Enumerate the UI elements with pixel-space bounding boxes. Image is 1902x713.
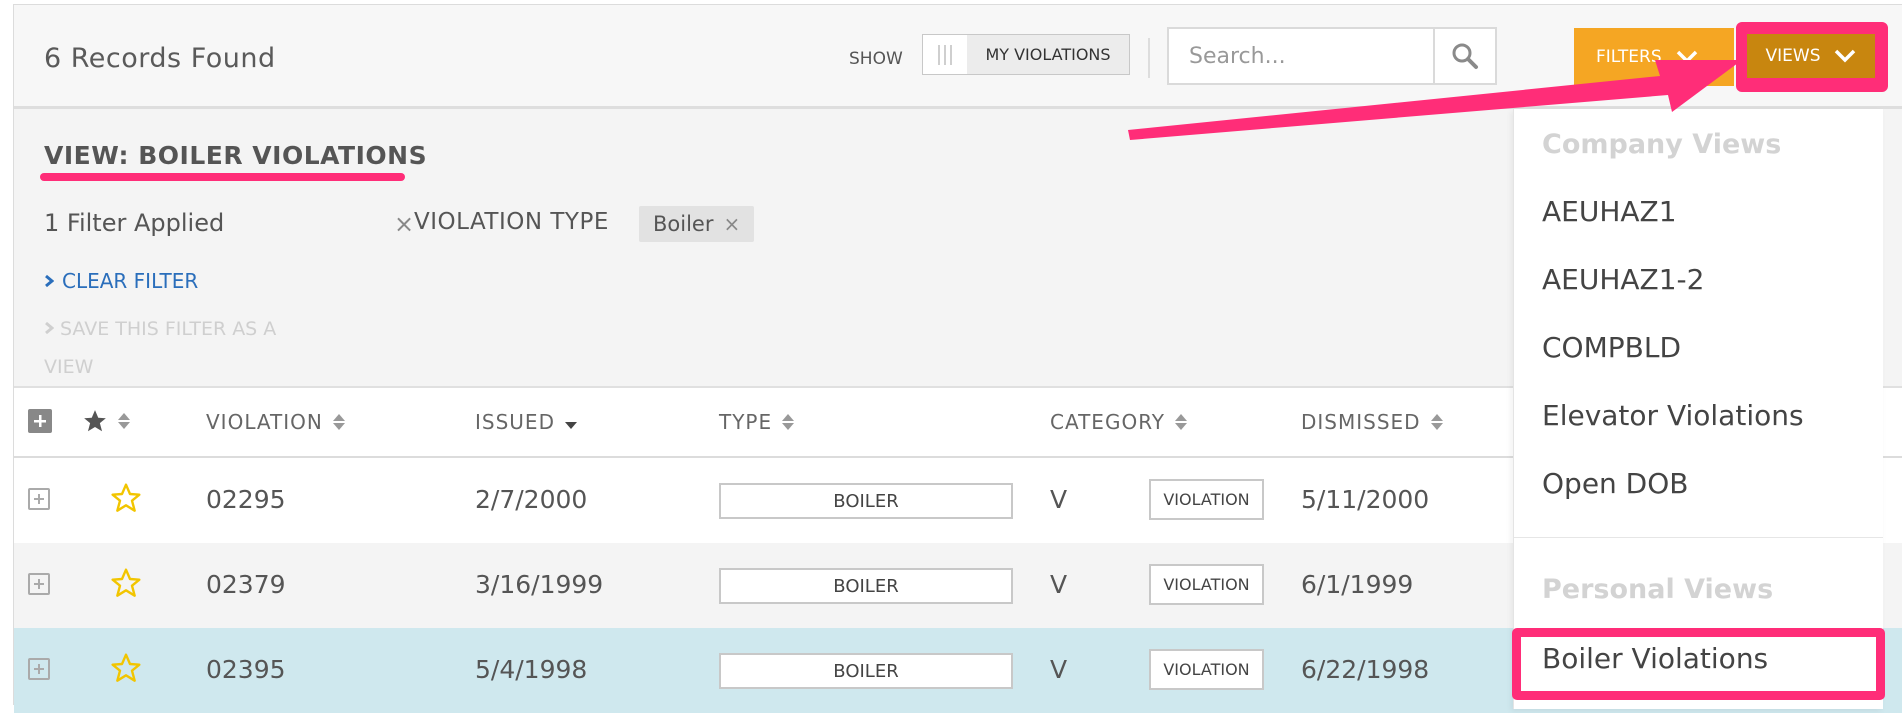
- issued-date: 2/7/2000: [475, 485, 588, 514]
- remove-filter-close-icon[interactable]: ×: [394, 210, 414, 238]
- column-category[interactable]: CATEGORY: [1050, 410, 1188, 434]
- view-item-compbld[interactable]: COMPBLD: [1542, 331, 1681, 364]
- view-item-aeuhaz1-2[interactable]: AEUHAZ1-2: [1542, 263, 1704, 296]
- sort-icon[interactable]: [782, 414, 795, 430]
- clear-filter-link[interactable]: CLEAR FILTER: [44, 269, 198, 293]
- chip-close-icon[interactable]: ×: [723, 212, 740, 236]
- favorite-column-header[interactable]: [82, 408, 130, 434]
- records-found-count: 6 Records Found: [44, 43, 276, 74]
- star-icon: [84, 410, 106, 432]
- sort-icon[interactable]: [1430, 414, 1443, 430]
- category-header-label: CATEGORY: [1050, 410, 1166, 434]
- view-title: VIEW: BOILER VIOLATIONS: [44, 141, 428, 170]
- search-input[interactable]: [1169, 29, 1437, 83]
- type-badge: BOILER: [719, 483, 1013, 519]
- view-item-open-dob[interactable]: Open DOB: [1542, 467, 1689, 500]
- filters-label: FILTERS: [1596, 47, 1662, 67]
- star-icon[interactable]: [110, 567, 142, 599]
- expand-row-icon[interactable]: [28, 658, 50, 680]
- category-badge: VIOLATION: [1149, 479, 1264, 520]
- filter-value: Boiler: [653, 212, 714, 236]
- category-code: V: [1050, 570, 1068, 599]
- star-icon[interactable]: [110, 482, 142, 514]
- column-issued[interactable]: ISSUED: [475, 410, 577, 434]
- star-icon[interactable]: [110, 652, 142, 684]
- violation-number[interactable]: 02379: [206, 570, 286, 599]
- filter-name: VIOLATION TYPE: [414, 209, 609, 235]
- dismissed-date: 6/22/1998: [1301, 655, 1430, 684]
- expand-row-icon[interactable]: [28, 573, 50, 595]
- dismissed-header-label: DISMISSED: [1301, 410, 1421, 434]
- expand-all-icon[interactable]: [28, 409, 52, 433]
- toggle-handle-icon[interactable]: [923, 35, 967, 74]
- type-header-label: TYPE: [719, 410, 773, 434]
- views-button[interactable]: VIEWS: [1747, 34, 1875, 78]
- filters-applied-count: 1 Filter Applied: [44, 209, 225, 237]
- save-filter-link[interactable]: SAVE THIS FILTER AS A VIEW: [44, 310, 324, 386]
- column-dismissed[interactable]: DISMISSED: [1301, 410, 1443, 434]
- filter-value-chip[interactable]: Boiler ×: [639, 206, 755, 242]
- type-badge: BOILER: [719, 653, 1013, 689]
- view-item-boiler-violations[interactable]: Boiler Violations: [1542, 642, 1768, 675]
- sort-icon[interactable]: [118, 413, 130, 429]
- issued-date: 3/16/1999: [475, 570, 604, 599]
- violation-number[interactable]: 02295: [206, 485, 286, 514]
- category-code: V: [1050, 485, 1068, 514]
- search-icon: [1452, 43, 1478, 69]
- chevron-down-icon: [1835, 49, 1856, 63]
- show-label: SHOW: [849, 49, 903, 69]
- clear-filter-label: CLEAR FILTER: [62, 269, 199, 293]
- violation-header-label: VIOLATION: [206, 410, 323, 434]
- column-type[interactable]: TYPE: [719, 410, 795, 434]
- violation-number[interactable]: 02395: [206, 655, 286, 684]
- type-badge: BOILER: [719, 568, 1013, 604]
- views-dropdown: Company Views AEUHAZ1 AEUHAZ1-2 COMPBLD …: [1512, 109, 1885, 709]
- my-violations-toggle[interactable]: MY VIOLATIONS: [922, 34, 1130, 75]
- toggle-label[interactable]: MY VIOLATIONS: [967, 35, 1129, 74]
- column-violation[interactable]: VIOLATION: [206, 410, 345, 434]
- toolbar-divider: [1148, 38, 1150, 78]
- category-badge: VIOLATION: [1149, 649, 1264, 690]
- personal-views-heading: Personal Views: [1542, 574, 1774, 605]
- toolbar: 6 Records Found SHOW MY VIOLATIONS FILTE…: [14, 5, 1902, 109]
- sort-desc-icon[interactable]: [564, 421, 577, 429]
- search-button[interactable]: [1433, 29, 1495, 83]
- chevron-down-icon: [1676, 50, 1697, 64]
- view-item-aeuhaz1[interactable]: AEUHAZ1: [1542, 195, 1677, 228]
- issued-date: 5/4/1998: [475, 655, 588, 684]
- search-box: [1167, 27, 1497, 85]
- chevron-right-icon: [45, 321, 55, 335]
- category-badge: VIOLATION: [1149, 564, 1264, 605]
- sort-icon[interactable]: [1175, 414, 1188, 430]
- sort-icon[interactable]: [332, 414, 345, 430]
- app-window: 6 Records Found SHOW MY VIOLATIONS FILTE…: [13, 4, 1902, 713]
- category-code: V: [1050, 655, 1068, 684]
- filters-button[interactable]: FILTERS: [1574, 28, 1734, 86]
- save-filter-label: SAVE THIS FILTER AS A VIEW: [44, 318, 277, 378]
- dismissed-date: 5/11/2000: [1301, 485, 1430, 514]
- views-label: VIEWS: [1765, 46, 1821, 66]
- expand-row-icon[interactable]: [28, 488, 50, 510]
- dismissed-date: 6/1/1999: [1301, 570, 1414, 599]
- company-views-heading: Company Views: [1542, 129, 1782, 160]
- annotation-underline: [40, 173, 405, 181]
- issued-header-label: ISSUED: [475, 410, 555, 434]
- chevron-right-icon: [45, 274, 54, 288]
- dropdown-divider: [1514, 537, 1883, 538]
- view-item-elevator-violations[interactable]: Elevator Violations: [1542, 399, 1804, 432]
